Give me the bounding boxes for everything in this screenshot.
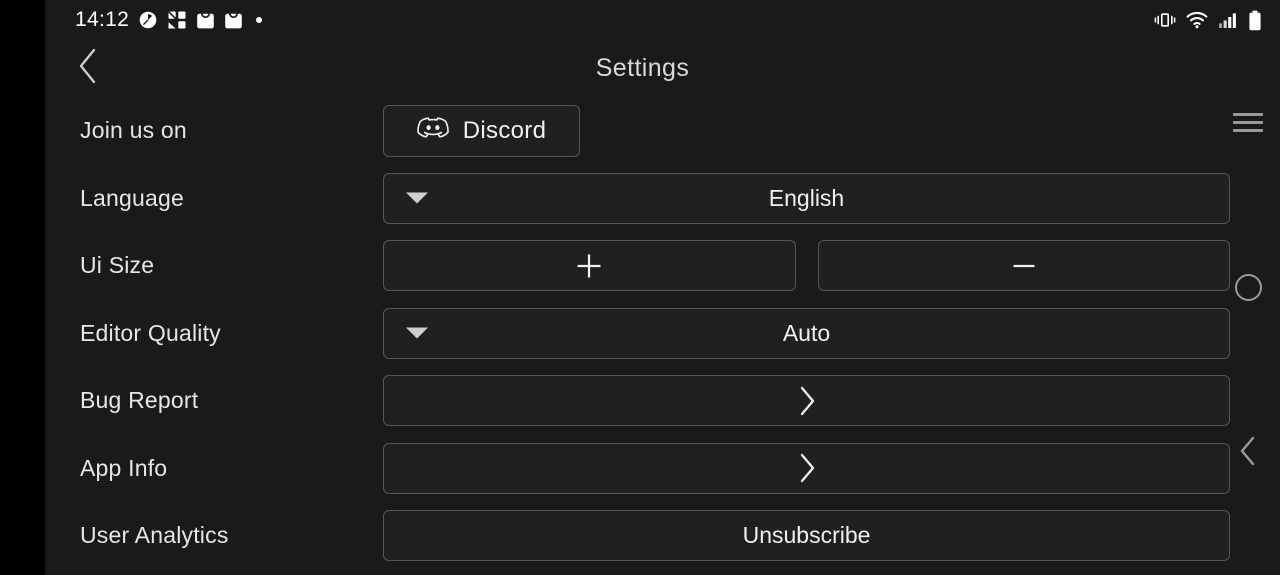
- page-header: Settings: [45, 40, 1280, 97]
- row-control-language: English: [383, 172, 1230, 224]
- row-label-user-analytics: User Analytics: [80, 522, 229, 549]
- status-bar-left-group: 14:12: [75, 8, 263, 32]
- row-control-join-us-on: Discord: [383, 104, 1230, 157]
- nav-home-button[interactable]: [1223, 262, 1273, 312]
- editor-quality-dropdown[interactable]: Auto: [383, 307, 1230, 359]
- header-back-button[interactable]: [65, 46, 111, 92]
- row-label-app-info: App Info: [80, 454, 168, 481]
- settings-row-user-analytics: User Analytics Unsubscribe: [45, 502, 1280, 570]
- caret-down-icon: [406, 327, 428, 339]
- app-window: 14:12 Settings Join us on Discord Langua…: [45, 0, 1280, 575]
- settings-list: Join us on Discord Language English Ui S…: [45, 97, 1280, 570]
- settings-row-bug-report: Bug Report: [45, 367, 1280, 435]
- page-title: Settings: [595, 54, 690, 82]
- dot-indicator-icon: [256, 17, 263, 23]
- row-control-ui-size: [383, 240, 1230, 292]
- row-label-language: Language: [80, 184, 184, 211]
- caret-down-icon: [406, 192, 428, 204]
- language-dropdown-value: English: [768, 184, 845, 211]
- hamburger-recents-icon: [1233, 112, 1263, 132]
- editor-quality-dropdown-value: Auto: [782, 319, 831, 346]
- home-circle-icon: [1234, 273, 1262, 301]
- discord-button-label: Discord: [462, 116, 547, 144]
- unsubscribe-button[interactable]: Unsubscribe: [383, 510, 1230, 562]
- wifi-icon: [1186, 11, 1208, 29]
- status-bar: 14:12: [45, 0, 1280, 40]
- chevron-left-icon: [76, 47, 100, 90]
- chevron-left-icon: [1237, 435, 1259, 472]
- row-control-bug-report: [383, 375, 1230, 427]
- settings-row-ui-size: Ui Size: [45, 232, 1280, 300]
- row-label-editor-quality: Editor Quality: [80, 319, 221, 346]
- app-info-button[interactable]: [383, 442, 1230, 494]
- plus-icon: [574, 251, 604, 281]
- system-navigation-bar: [1215, 0, 1280, 575]
- language-dropdown[interactable]: English: [383, 172, 1230, 224]
- chevron-right-icon: [797, 385, 817, 417]
- ui-size-increase-button[interactable]: [383, 240, 796, 292]
- discord-logo-icon: [417, 115, 449, 146]
- unsubscribe-button-label: Unsubscribe: [742, 522, 871, 549]
- discord-button[interactable]: Discord: [383, 104, 580, 157]
- row-control-app-info: [383, 442, 1230, 494]
- settings-row-app-info: App Info: [45, 435, 1280, 503]
- shopping-bag-icon: [196, 10, 215, 30]
- ui-size-decrease-button[interactable]: [817, 240, 1230, 292]
- minus-icon: [1009, 251, 1039, 281]
- settings-row-editor-quality: Editor Quality Auto: [45, 300, 1280, 368]
- row-label-ui-size: Ui Size: [80, 252, 155, 279]
- app-puzzle-icon: [167, 10, 187, 30]
- left-bezel: [0, 0, 45, 575]
- status-bar-clock: 14:12: [75, 8, 130, 31]
- chevron-right-icon: [797, 452, 817, 484]
- shopping-bag-icon: [224, 10, 243, 30]
- device-screen: 14:12 Settings Join us on Discord Langua…: [0, 0, 1280, 575]
- settings-row-language: Language English: [45, 165, 1280, 233]
- row-label-join-us-on: Join us on: [80, 117, 187, 144]
- nav-back-button[interactable]: [1223, 428, 1273, 478]
- row-control-user-analytics: Unsubscribe: [383, 510, 1230, 562]
- clock-icon: [138, 10, 158, 30]
- vibrate-icon: [1154, 11, 1176, 29]
- nav-recents-button[interactable]: [1223, 97, 1273, 147]
- bug-report-button[interactable]: [383, 375, 1230, 427]
- settings-row-join-us-on: Join us on Discord: [45, 97, 1280, 165]
- row-control-editor-quality: Auto: [383, 307, 1230, 359]
- row-label-bug-report: Bug Report: [80, 387, 199, 414]
